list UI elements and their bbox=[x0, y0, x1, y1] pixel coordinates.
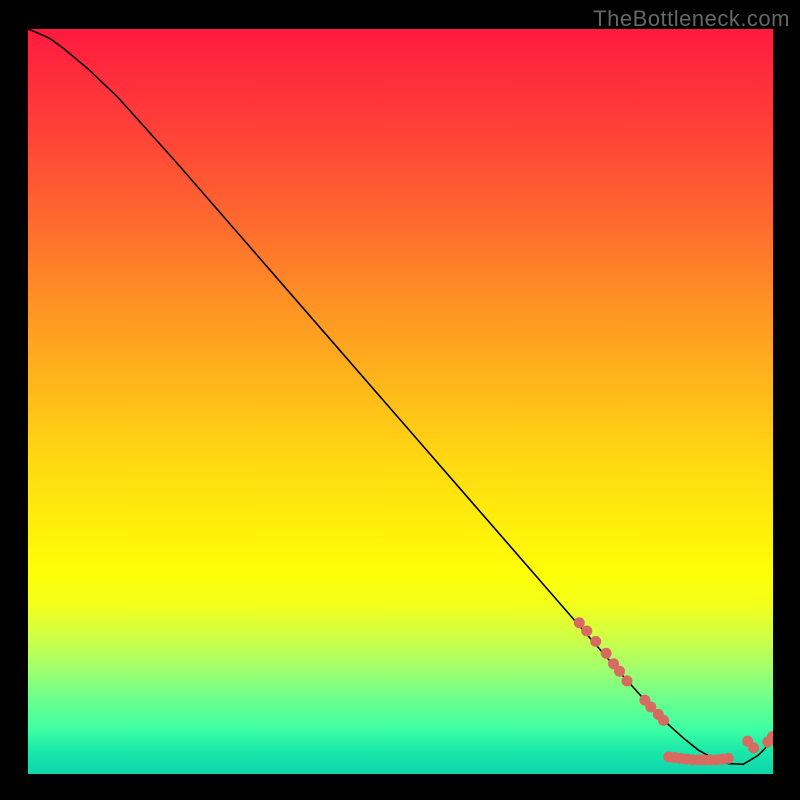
data-point bbox=[581, 625, 592, 636]
bottleneck-curve bbox=[28, 29, 773, 764]
data-point bbox=[658, 715, 669, 726]
data-point bbox=[748, 742, 759, 753]
data-point bbox=[621, 675, 632, 686]
data-point bbox=[590, 636, 601, 647]
data-point bbox=[574, 617, 585, 628]
chart-overlay bbox=[28, 29, 773, 774]
watermark-text: TheBottleneck.com bbox=[593, 6, 790, 32]
data-point bbox=[614, 666, 625, 677]
data-points bbox=[574, 617, 773, 765]
data-point bbox=[723, 753, 734, 764]
data-point bbox=[601, 648, 612, 659]
